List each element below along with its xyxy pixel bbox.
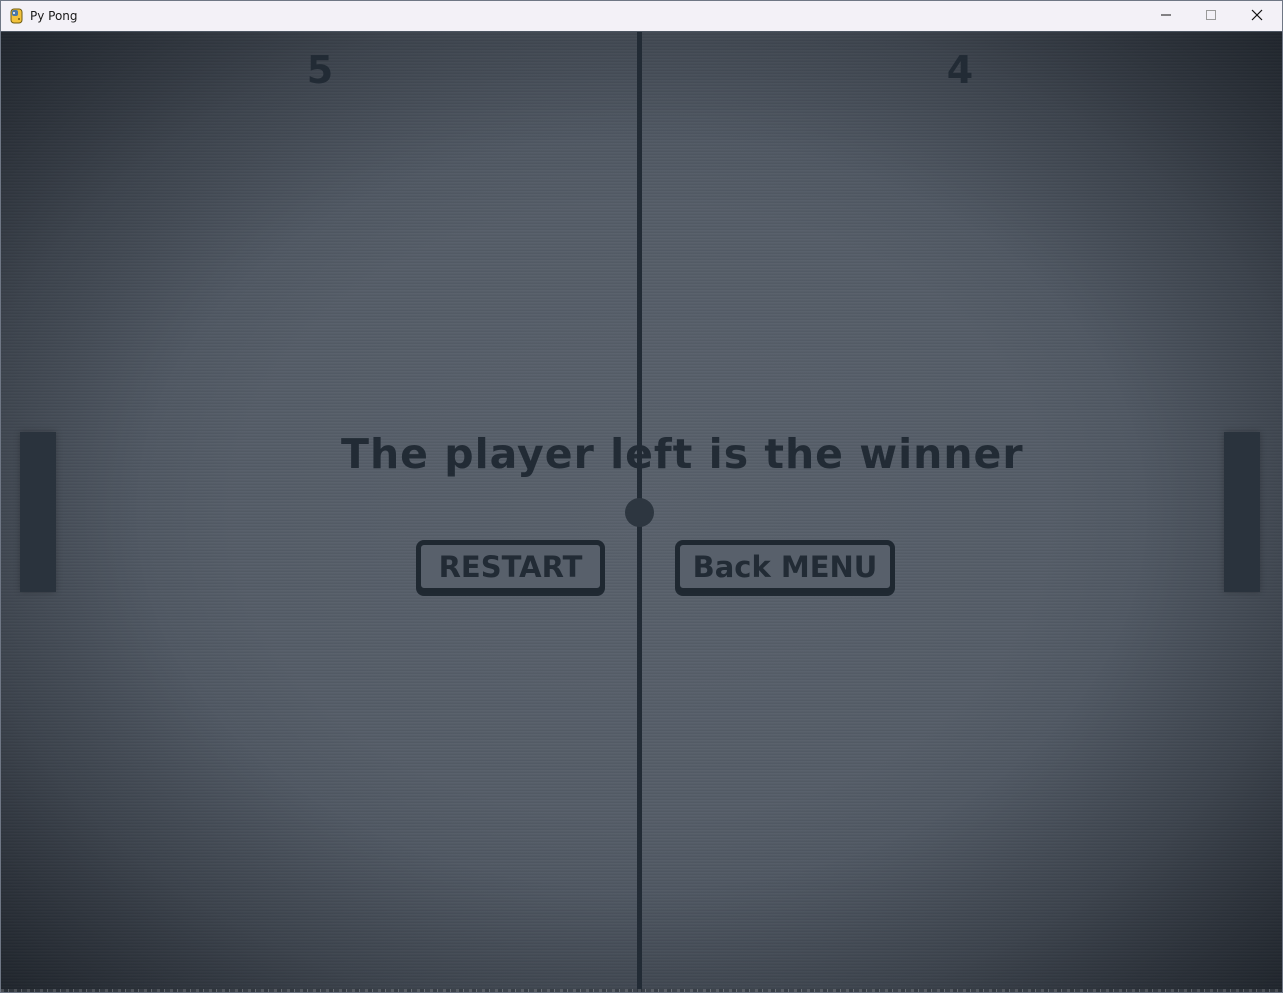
restart-label: RESTART: [438, 549, 583, 584]
right-player-score: 4: [946, 48, 974, 92]
back-menu-label: Back MENU: [692, 549, 878, 584]
python-icon: [9, 8, 24, 24]
game-board: 5 4 The player left is the winner RESTAR…: [1, 32, 1282, 992]
window-title: Py Pong: [30, 9, 78, 23]
back-menu-button[interactable]: Back MENU: [675, 540, 895, 593]
restart-button[interactable]: RESTART: [416, 540, 605, 593]
left-paddle: [20, 432, 56, 592]
minimize-icon: [1160, 9, 1172, 24]
close-button[interactable]: [1234, 1, 1280, 31]
py-pong-window: Py Pong 5 4 The player left is the winne…: [0, 0, 1283, 993]
close-icon: [1251, 9, 1263, 24]
right-paddle: [1224, 432, 1260, 592]
left-player-score: 5: [306, 48, 334, 92]
maximize-icon: [1205, 9, 1217, 24]
winner-message: The player left is the winner: [341, 430, 1024, 478]
maximize-button[interactable]: [1188, 1, 1234, 31]
window-titlebar[interactable]: Py Pong: [1, 1, 1282, 31]
pong-ball: [625, 498, 654, 527]
minimize-button[interactable]: [1143, 1, 1189, 31]
